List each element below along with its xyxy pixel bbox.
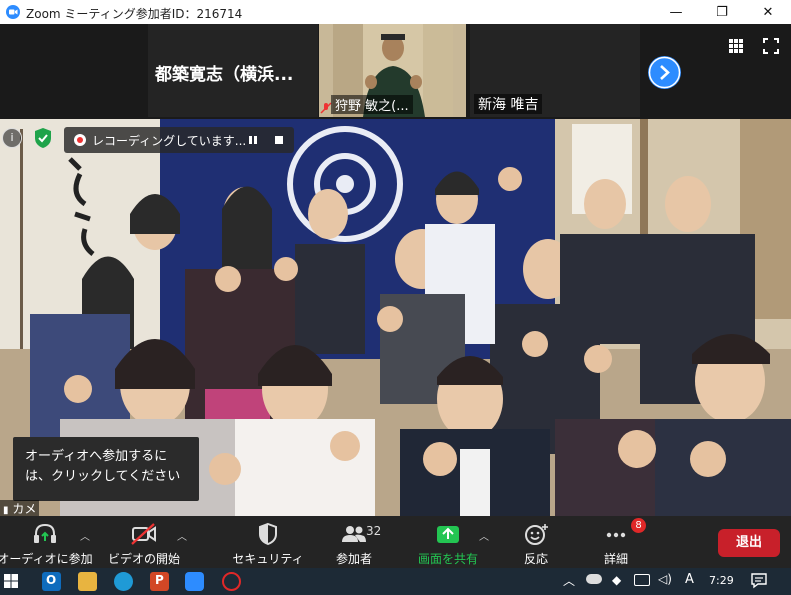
file-explorer-icon[interactable] (78, 572, 97, 591)
tooltip-text: オーディオへ参加するには、クリックしてください (25, 449, 181, 484)
join-audio-tooltip[interactable]: オーディオへ参加するには、クリックしてください (13, 437, 199, 501)
stop-recording-button[interactable] (272, 133, 286, 147)
taskbar-clock[interactable]: 7:29 (709, 574, 734, 587)
audio-options-caret[interactable]: ︿ (80, 528, 90, 543)
zoom-taskbar-icon[interactable] (185, 572, 204, 591)
participants-count: 32 (366, 524, 382, 538)
more-badge: 8 (631, 518, 646, 533)
gallery-tile-1[interactable]: 都築寛志（横浜... (148, 24, 318, 117)
smiley-icon (525, 524, 548, 545)
meeting-toolbar: オーディオに参加 ︿ ビデオの開始 ︿ セキュリティ 参加者 32 画面を共有 … (0, 516, 791, 568)
info-icon: i (10, 131, 14, 144)
participant-name: 狩野 敏之(... (331, 95, 413, 114)
minimize-icon: — (669, 4, 683, 20)
notifications-button[interactable] (750, 572, 768, 589)
volume-icon[interactable]: ◁) (658, 572, 672, 586)
participant-name: 新海 唯吉 (474, 94, 543, 114)
shield-icon (35, 128, 51, 148)
camera-name-label: ▮ カメ (0, 500, 40, 516)
next-page-button[interactable] (648, 56, 681, 89)
share-screen-button[interactable]: 画面を共有 (410, 516, 486, 568)
tray-overflow-icon[interactable]: ︿ (563, 572, 575, 589)
stop-icon (275, 136, 283, 144)
video-options-caret[interactable]: ︿ (177, 528, 187, 543)
window-title: Zoom ミーティング参加者ID：216714 (26, 7, 243, 21)
gallery-tile-2[interactable]: 狩野 敏之(... (319, 24, 466, 117)
participants-icon (342, 526, 366, 542)
participant-name: 都築寛志（横浜... (155, 65, 294, 85)
minimize-button[interactable]: — (653, 0, 699, 24)
onedrive-icon[interactable] (586, 574, 602, 584)
chevron-right-icon (648, 56, 681, 89)
security-button[interactable]: セキュリティ (228, 516, 308, 568)
windows-taskbar: O P ︿ ◆ ◁) A 7:29 (0, 568, 791, 595)
zoom-app-icon (6, 5, 20, 19)
pause-recording-button[interactable] (246, 133, 260, 147)
share-screen-label: 画面を共有 (417, 552, 478, 566)
more-dots-icon (606, 532, 626, 538)
windows-icon (4, 574, 18, 588)
start-video-button[interactable]: ビデオの開始 (100, 516, 188, 568)
fullscreen-icon (763, 38, 779, 54)
encryption-shield-button[interactable] (33, 127, 53, 149)
leave-button[interactable]: 退出 (718, 529, 780, 557)
ime-indicator[interactable]: A (685, 572, 694, 587)
gallery-view-button[interactable] (727, 37, 745, 55)
powerpoint-icon[interactable]: P (150, 572, 169, 591)
info-button[interactable]: i (2, 128, 22, 148)
notification-icon (751, 573, 767, 589)
title-bar: Zoom ミーティング参加者ID：216714 — ❐ ✕ (0, 0, 791, 24)
maximize-button[interactable]: ❐ (699, 0, 745, 24)
security-label: セキュリティ (232, 552, 304, 566)
recording-indicator: レコーディングしています... (64, 127, 294, 153)
close-button[interactable]: ✕ (745, 0, 791, 24)
security-app-icon[interactable] (222, 572, 241, 591)
grid-icon (729, 39, 743, 53)
close-icon: ✕ (762, 4, 774, 20)
outlook-icon[interactable]: O (42, 572, 61, 591)
join-audio-button[interactable]: オーディオに参加 (0, 516, 93, 568)
signal-bars-icon: ▮ (3, 505, 9, 516)
share-options-caret[interactable]: ︿ (479, 528, 489, 543)
start-button[interactable] (2, 572, 20, 590)
recording-text: レコーディングしています... (92, 134, 247, 148)
reactions-label: 反応 (523, 552, 548, 566)
leave-label: 退出 (735, 535, 762, 550)
edge-icon[interactable] (114, 572, 133, 591)
reactions-button[interactable]: 反応 (510, 516, 562, 568)
pause-icon (249, 136, 257, 144)
join-audio-label: オーディオに参加 (0, 552, 93, 566)
security-shield-icon (259, 522, 277, 546)
video-off-icon (131, 523, 156, 545)
maximize-icon: ❐ (716, 4, 728, 20)
battery-icon[interactable] (634, 574, 650, 586)
fullscreen-button[interactable] (762, 37, 780, 55)
gallery-tile-3[interactable]: 新海 唯吉 (470, 24, 640, 117)
more-label: 詳細 (603, 552, 628, 566)
share-screen-icon (437, 526, 459, 543)
participants-label: 参加者 (335, 552, 372, 566)
headphones-icon (34, 523, 56, 543)
start-video-label: ビデオの開始 (107, 552, 180, 566)
dropbox-icon[interactable]: ◆ (612, 573, 621, 587)
recording-dot-icon (74, 134, 86, 146)
